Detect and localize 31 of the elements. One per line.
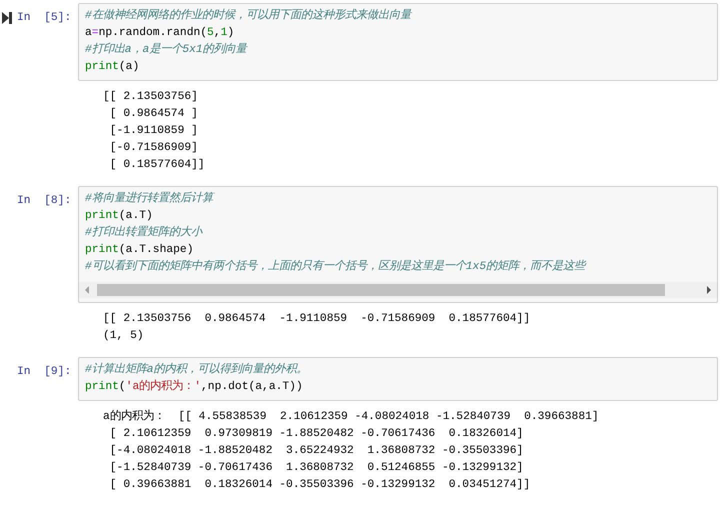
- output-line: [-4.08024018 -1.88520482 3.65224932 1.36808732 -0.35503396]: [108, 444, 524, 459]
- output-line: [ 0.39663881 0.18326014 -0.35503396 -0.13299132 0.03451274]]: [108, 478, 532, 493]
- output-line: a的内积为： [[ 4.55838539 2.10612359 -4.08024018 -1.52840739 0.39663881]: [103, 409, 600, 425]
- code-line: #计算出矩阵a的内积，可以得到向量的外积。: [84, 362, 309, 378]
- code-line: print(a.T): [84, 208, 154, 224]
- output-line: [[ 2.13503756]: [103, 90, 199, 105]
- output-line: [ 0.9864574 ]: [108, 106, 199, 122]
- input-prompt: In [8]:: [17, 194, 72, 209]
- output-line: [-1.9110859 ]: [108, 124, 199, 139]
- output-line: [[ 2.13503756 0.9864574 -1.9110859 -0.71586909 0.18577604]]: [103, 312, 532, 327]
- code-cell[interactable]: #将向量进行转置然后计算 print(a.T) #打印出转置矩阵的大小 print(a.T.shape) #可以看到下面的矩阵中有两个括号，上面的只有一个括号，区别是这里是一个1x5的矩阵，而不是这些: [78, 186, 718, 303]
- output-line: [ 0.18577604]]: [108, 158, 206, 173]
- output-line: [ 2.10612359 0.97309819 -1.88520482 -0.70617436 0.18326014]: [108, 426, 524, 442]
- output-line: [-1.52840739 -0.70617436 1.36808732 0.51246855 -0.13299132]: [108, 460, 524, 476]
- code-line: print(a.T.shape): [84, 242, 194, 258]
- code-cell[interactable]: #计算出矩阵a的内积，可以得到向量的外积。 print('a的内积为：',np.dot(a,a.T)): [78, 357, 718, 401]
- run-cell-icon[interactable]: [2, 12, 12, 24]
- code-line: #打印出a，a是一个5x1的列向量: [84, 42, 249, 58]
- code-line: #在做神经网网络的作业的时候，可以用下面的这种形式来做出向量: [84, 8, 414, 24]
- input-prompt: In [9]:: [17, 364, 72, 380]
- output-line: (1, 5): [103, 328, 145, 344]
- code-line: a=np.random.randn(5,1): [84, 26, 236, 41]
- output-line: [-0.71586909]: [108, 140, 199, 156]
- code-line: print('a的内积为：',np.dot(a,a.T)): [84, 379, 304, 395]
- code-line: print(a): [84, 60, 140, 75]
- horizontal-scrollbar[interactable]: [79, 282, 717, 298]
- input-prompt: In [5]:: [17, 10, 72, 26]
- code-line: #将向量进行转置然后计算: [84, 191, 216, 207]
- code-line: #可以看到下面的矩阵中有两个括号，上面的只有一个括号，区别是这里是一个1x5的矩阵，而不是这些: [84, 259, 588, 275]
- code-line: #打印出转置矩阵的大小: [84, 225, 204, 241]
- code-cell[interactable]: #在做神经网网络的作业的时候，可以用下面的这种形式来做出向量 a=np.random.randn(5,1) #打印出a，a是一个5x1的列向量 print(a): [78, 3, 718, 81]
